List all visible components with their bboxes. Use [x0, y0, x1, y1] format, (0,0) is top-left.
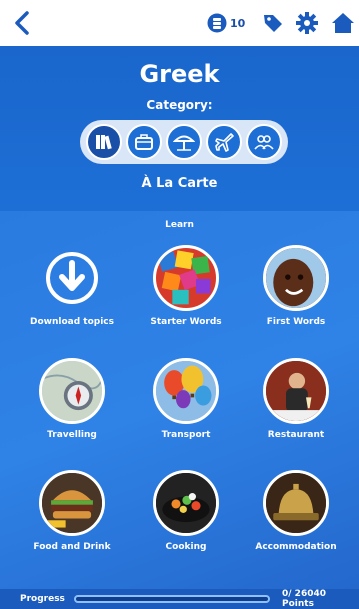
- airplane-icon: [215, 133, 234, 152]
- wok-image: [153, 470, 219, 536]
- category-travel-button[interactable]: [206, 124, 242, 160]
- tile-label: Travelling: [47, 430, 97, 440]
- compass-image: [39, 358, 105, 424]
- progress-bar-section: Progress 0/ 26040 Points: [0, 589, 359, 609]
- tile-label: Restaurant: [267, 430, 325, 440]
- diner-image: [263, 358, 329, 424]
- child-image: [263, 245, 329, 311]
- progress-track: [74, 595, 270, 603]
- topic-travelling[interactable]: Travelling: [12, 358, 132, 440]
- books-icon: [96, 135, 112, 150]
- tile-label: Food and Drink: [33, 542, 111, 552]
- tile-label: Download topics: [30, 317, 114, 327]
- tile-label: Cooking: [165, 542, 207, 552]
- topic-food-and-drink[interactable]: Food and Drink: [12, 470, 132, 552]
- category-label: Category:: [146, 98, 213, 112]
- tile-label: First Words: [266, 317, 326, 327]
- points-text: 0/ 26040 Points: [282, 589, 326, 609]
- coin-count: 10: [230, 16, 246, 30]
- briefcase-icon: [135, 134, 153, 150]
- topic-download-topics[interactable]: Download topics: [12, 245, 132, 327]
- back-chevron-icon[interactable]: [10, 10, 36, 36]
- category-business-button[interactable]: [126, 124, 162, 160]
- topic-first-words[interactable]: First Words: [236, 245, 356, 327]
- letters-image: [153, 245, 219, 311]
- tile-label: Starter Words: [150, 317, 222, 327]
- home-icon[interactable]: [331, 11, 355, 35]
- category-library-button[interactable]: [86, 124, 122, 160]
- topic-accommodation[interactable]: Accommodation: [236, 470, 356, 552]
- topic-starter-words[interactable]: Starter Words: [126, 245, 246, 327]
- burger-image: [39, 470, 105, 536]
- topic-transport[interactable]: Transport: [126, 358, 246, 440]
- category-people-button[interactable]: [246, 124, 282, 160]
- balloons-image: [153, 358, 219, 424]
- gear-icon[interactable]: [296, 12, 318, 34]
- category-beach-button[interactable]: [166, 124, 202, 160]
- top-bar: 10: [0, 0, 359, 46]
- language-title: Greek: [139, 60, 220, 88]
- topics-grid: Learn Download topics Starter Words Firs…: [0, 211, 359, 589]
- beach-umbrella-icon: [173, 135, 195, 151]
- learn-label: Learn: [165, 220, 194, 230]
- category-selector: [80, 120, 288, 164]
- selected-category-name: À La Carte: [141, 176, 218, 191]
- tile-label: Transport: [161, 430, 211, 440]
- topic-restaurant[interactable]: Restaurant: [236, 358, 356, 440]
- progress-label: Progress: [20, 594, 65, 604]
- download-icon: [39, 245, 105, 311]
- coin-counter[interactable]: 10: [207, 13, 245, 33]
- people-icon: [254, 135, 274, 150]
- language-header: Greek Category: À La Carte: [0, 46, 359, 211]
- coin-stack-icon: [207, 13, 227, 33]
- tile-label: Accommodation: [255, 542, 337, 552]
- bell-image: [263, 470, 329, 536]
- tag-icon[interactable]: [262, 12, 284, 34]
- topic-cooking[interactable]: Cooking: [126, 470, 246, 552]
